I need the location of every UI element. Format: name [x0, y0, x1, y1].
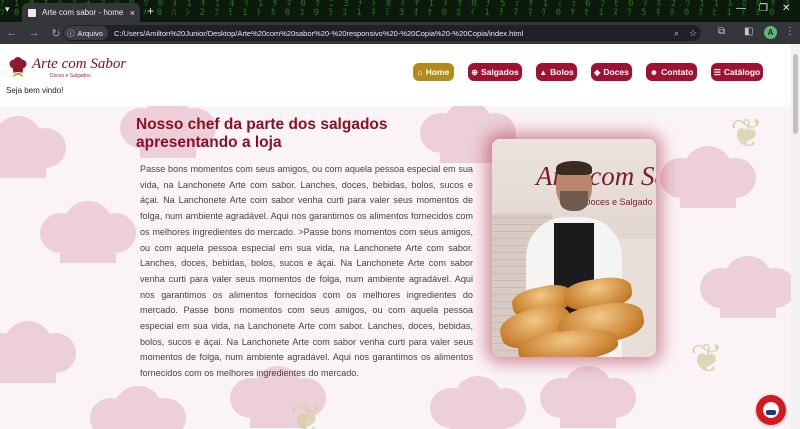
- url-text: C:/Users/Amilton%20Junior/Desktop/Arte%2…: [113, 28, 524, 38]
- chef-hat-decoration: [90, 386, 186, 429]
- nav-doces-button[interactable]: ◆ Doces: [591, 63, 632, 81]
- about-paragraph: Passe bons momentos com seus amigos, ou …: [140, 164, 473, 379]
- nav-home-button[interactable]: ⌂ Home: [413, 63, 454, 81]
- welcome-text: Seja bem vindo!: [6, 86, 64, 95]
- nav-bolos-button[interactable]: ▲ Bolos: [536, 63, 577, 81]
- chef-hat-logo-icon: [9, 57, 27, 77]
- new-tab-button[interactable]: +: [147, 4, 154, 18]
- chef-hat-decoration: [700, 256, 791, 318]
- page-scrollbar[interactable]: [791, 44, 800, 429]
- browser-tab-strip: ｱ 1 0 ﾈ ﾊ 7 ﾓ 2 ｼ 9 ﾂ 0 ﾇ 1 ｷ ｴ 4 ﾘ 1 ﾀ …: [0, 0, 800, 22]
- browser-menu-icon[interactable]: ⋮: [785, 26, 795, 37]
- home-icon: ⌂: [417, 67, 423, 77]
- wheat-decoration: ❦: [690, 337, 724, 381]
- candy-icon: ◆: [594, 67, 601, 77]
- plus-circle-icon: ⊕: [471, 67, 478, 77]
- forward-icon[interactable]: →: [26, 27, 42, 39]
- nav-salgados-button[interactable]: ⊕ Salgados: [468, 63, 522, 81]
- nav-label: Catálogo: [723, 67, 761, 77]
- reload-icon[interactable]: ↻: [48, 27, 64, 40]
- browser-toolbar: ← → ↻ ⓘ Arquivo C:/Users/Amilton%20Junior…: [0, 22, 800, 44]
- address-bar[interactable]: ⓘ Arquivo C:/Users/Amilton%20Junior/Deskt…: [63, 25, 701, 41]
- chef-hat-decoration: [0, 116, 66, 178]
- photo-sign-subtext: Doces e Salgado: [584, 197, 653, 207]
- site-info-label: Arquivo: [77, 28, 103, 38]
- nav-label: Bolos: [550, 67, 574, 77]
- chef-photo: Arte com Sab Doces e Salgado: [492, 139, 656, 357]
- info-icon: ⓘ: [67, 28, 75, 38]
- page-favicon: [28, 8, 36, 17]
- web-page: ❦ ❦ ❦ ❦ Arte com Sabor Doces e Salgados …: [0, 44, 791, 429]
- extensions-icon[interactable]: ⧉: [718, 26, 725, 37]
- nav-label: Salgados: [480, 67, 519, 77]
- nav-label: Doces: [603, 67, 629, 77]
- browser-tab[interactable]: Arte com sabor - home ×: [22, 3, 140, 22]
- site-info-chip[interactable]: ⓘ Arquivo: [64, 26, 108, 40]
- scrollbar-thumb[interactable]: [793, 54, 798, 134]
- profile-avatar[interactable]: A: [764, 26, 777, 39]
- zoom-icon[interactable]: ⌕: [674, 28, 679, 39]
- logo-name: Arte com Sabor: [32, 56, 127, 72]
- tab-title: Arte com sabor - home: [42, 8, 124, 17]
- section-heading: Nosso chef da parte dos salgados apresen…: [136, 116, 388, 151]
- chef-hair: [556, 161, 592, 175]
- nav-contato-button[interactable]: ☻ Contato: [646, 63, 697, 81]
- tab-close-icon[interactable]: ×: [130, 8, 135, 18]
- cake-icon: ▲: [539, 67, 548, 77]
- minimize-icon[interactable]: —: [736, 3, 746, 14]
- wheat-decoration: ❦: [730, 112, 764, 156]
- site-logo[interactable]: Arte com Sabor Doces e Salgados: [6, 52, 126, 86]
- chef-hat-decoration: [0, 321, 76, 383]
- chef-hat-decoration: [430, 376, 526, 429]
- list-icon: ☰: [713, 67, 721, 77]
- tab-search-icon[interactable]: ▾: [5, 4, 10, 15]
- site-header: Arte com Sabor Doces e Salgados Seja bem…: [0, 44, 791, 106]
- side-panel-icon[interactable]: ◧: [744, 26, 753, 37]
- chat-widget-button[interactable]: [756, 395, 786, 425]
- chat-avatar-icon: [763, 402, 779, 418]
- wheat-decoration: ❦: [290, 397, 324, 429]
- nav-label: Contato: [661, 67, 694, 77]
- bookmark-star-icon[interactable]: ☆: [689, 28, 697, 39]
- logo-tagline: Doces e Salgados: [50, 73, 91, 79]
- nav-label: Home: [425, 67, 450, 77]
- maximize-icon[interactable]: ❐: [759, 3, 768, 14]
- contact-icon: ☻: [649, 67, 659, 77]
- photo-sign-text: Arte com Sab: [536, 161, 656, 191]
- window-close-icon[interactable]: ✕: [782, 3, 790, 14]
- back-icon[interactable]: ←: [4, 27, 20, 39]
- chef-hat-decoration: [40, 201, 136, 263]
- chef-beard: [560, 191, 588, 211]
- chef-hat-decoration: [540, 366, 636, 428]
- nav-catalogo-button[interactable]: ☰ Catálogo: [711, 63, 763, 81]
